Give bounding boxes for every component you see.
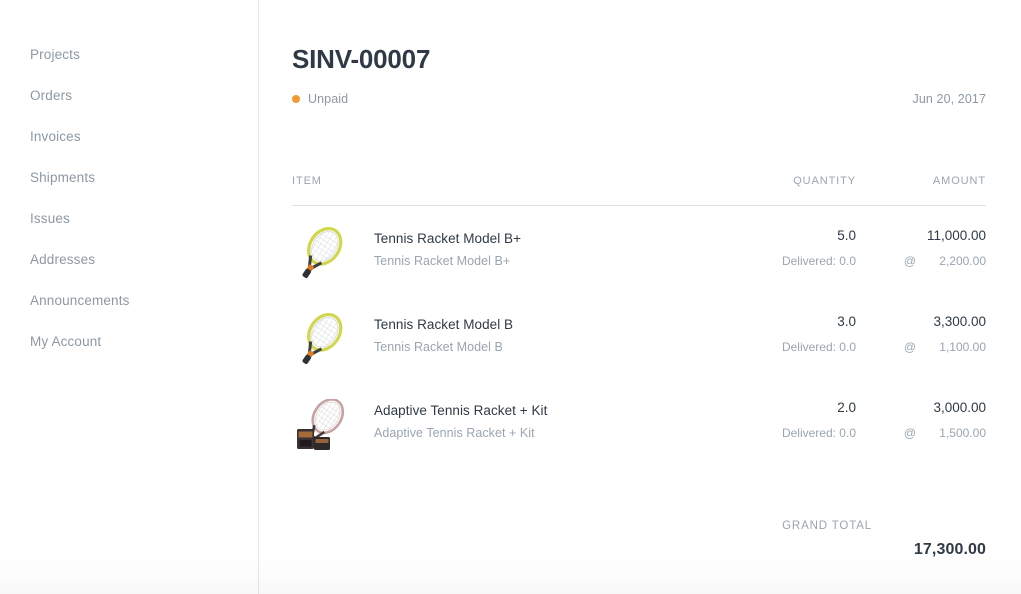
status-badge: Unpaid xyxy=(292,92,348,106)
rate-group: @ 2,200.00 xyxy=(856,253,986,270)
totals-section: GRAND TOTAL 17,300.00 xyxy=(292,520,986,559)
sidebar-item-label: Projects xyxy=(30,47,80,62)
amount-cell: 11,000.00 @ 2,200.00 xyxy=(856,227,986,270)
rate-prefix: @ xyxy=(903,340,916,354)
table-header-amount-label: AMOUNT xyxy=(932,175,986,187)
grand-total-value-row: 17,300.00 xyxy=(292,541,986,559)
table-header-quantity-label: QUANTITY xyxy=(793,175,856,187)
rate-group: @ 1,100.00 xyxy=(856,339,986,356)
sidebar-item-orders[interactable]: Orders xyxy=(0,85,258,126)
sidebar-item-label: Announcements xyxy=(30,293,130,308)
quantity-value: 2.0 xyxy=(837,400,856,415)
rate-value: 1,500.00 xyxy=(939,426,986,440)
table-header-amount: AMOUNT xyxy=(856,171,986,189)
item-name: Adaptive Tennis Racket + Kit xyxy=(374,403,548,418)
items-table: ITEM QUANTITY AMOUNT Tennis Racket Model… xyxy=(292,171,986,464)
main-content: SINV-00007 Unpaid Jun 20, 2017 ITEM QUAN… xyxy=(260,0,1021,594)
sidebar-item-announcements[interactable]: Announcements xyxy=(0,290,258,331)
grand-total-label: GRAND TOTAL xyxy=(782,520,872,532)
item-text: Tennis Racket Model B Tennis Racket Mode… xyxy=(374,313,513,356)
rate-group: @ 1,500.00 xyxy=(856,425,986,442)
rate-value: 2,200.00 xyxy=(939,254,986,268)
sidebar-item-my-account[interactable]: My Account xyxy=(0,331,258,372)
table-row[interactable]: Adaptive Tennis Racket + Kit Adaptive Te… xyxy=(292,378,986,464)
sidebar-item-label: Orders xyxy=(30,88,73,103)
sidebar-item-invoices[interactable]: Invoices xyxy=(0,126,258,167)
amount-cell: 3,000.00 @ 1,500.00 xyxy=(856,399,986,442)
sidebar-item-label: Shipments xyxy=(30,170,96,185)
sidebar-item-label: My Account xyxy=(30,334,102,349)
sidebar-item-list: Projects Orders Invoices Shipments Issue… xyxy=(0,0,258,372)
item-description: Tennis Racket Model B+ xyxy=(374,254,511,268)
table-row[interactable]: Tennis Racket Model B Tennis Racket Mode… xyxy=(292,292,986,378)
item-text: Adaptive Tennis Racket + Kit Adaptive Te… xyxy=(374,399,547,442)
invoice-page: Projects Orders Invoices Shipments Issue… xyxy=(0,0,1021,594)
sidebar-item-issues[interactable]: Issues xyxy=(0,208,258,249)
tennis-racket-icon xyxy=(292,227,354,285)
rate-prefix: @ xyxy=(903,254,916,268)
table-header-row: ITEM QUANTITY AMOUNT xyxy=(292,171,986,206)
quantity-value: 3.0 xyxy=(837,314,856,329)
status-dot-icon xyxy=(292,95,300,103)
tennis-racket-icon xyxy=(292,313,354,371)
sidebar-item-label: Invoices xyxy=(30,129,81,144)
table-header-quantity: QUANTITY xyxy=(706,171,856,189)
delivered-value: Delivered: 0.0 xyxy=(781,340,856,354)
table-header-item-label: ITEM xyxy=(292,175,322,187)
quantity-cell: 2.0 Delivered: 0.0 xyxy=(706,399,856,442)
sidebar-navigation: Projects Orders Invoices Shipments Issue… xyxy=(0,0,259,594)
item-cell: Tennis Racket Model B+ Tennis Racket Mod… xyxy=(292,227,706,285)
sidebar-item-shipments[interactable]: Shipments xyxy=(0,167,258,208)
delivered-value: Delivered: 0.0 xyxy=(781,426,856,440)
sidebar-item-addresses[interactable]: Addresses xyxy=(0,249,258,290)
amount-value: 3,000.00 xyxy=(933,400,986,415)
item-description: Adaptive Tennis Racket + Kit xyxy=(374,426,535,440)
item-cell: Adaptive Tennis Racket + Kit Adaptive Te… xyxy=(292,399,706,457)
item-cell: Tennis Racket Model B Tennis Racket Mode… xyxy=(292,313,706,371)
item-name: Tennis Racket Model B xyxy=(374,317,514,332)
item-name: Tennis Racket Model B+ xyxy=(374,231,522,246)
amount-value: 11,000.00 xyxy=(926,228,986,243)
tennis-racket-kit-icon xyxy=(292,399,354,457)
amount-cell: 3,300.00 @ 1,100.00 xyxy=(856,313,986,356)
page-title: SINV-00007 xyxy=(292,44,431,74)
invoice-meta-row: Unpaid Jun 20, 2017 xyxy=(292,90,986,108)
status-label: Unpaid xyxy=(308,92,349,106)
item-text: Tennis Racket Model B+ Tennis Racket Mod… xyxy=(374,227,521,270)
delivered-value: Delivered: 0.0 xyxy=(781,254,856,268)
grand-total-label-row: GRAND TOTAL xyxy=(292,520,986,532)
table-row[interactable]: Tennis Racket Model B+ Tennis Racket Mod… xyxy=(292,206,986,292)
item-description: Tennis Racket Model B xyxy=(374,340,503,354)
grand-total-value: 17,300.00 xyxy=(913,541,986,558)
rate-value: 1,100.00 xyxy=(939,340,986,354)
invoice-date: Jun 20, 2017 xyxy=(912,92,986,106)
table-header-item: ITEM xyxy=(292,171,706,189)
sidebar-item-label: Issues xyxy=(30,211,70,226)
amount-value: 3,300.00 xyxy=(933,314,986,329)
sidebar-item-projects[interactable]: Projects xyxy=(0,44,258,85)
quantity-value: 5.0 xyxy=(837,228,856,243)
sidebar-item-label: Addresses xyxy=(30,252,96,267)
quantity-cell: 3.0 Delivered: 0.0 xyxy=(706,313,856,356)
quantity-cell: 5.0 Delivered: 0.0 xyxy=(706,227,856,270)
rate-prefix: @ xyxy=(903,426,916,440)
invoice-document: SINV-00007 Unpaid Jun 20, 2017 ITEM QUAN… xyxy=(292,0,986,559)
